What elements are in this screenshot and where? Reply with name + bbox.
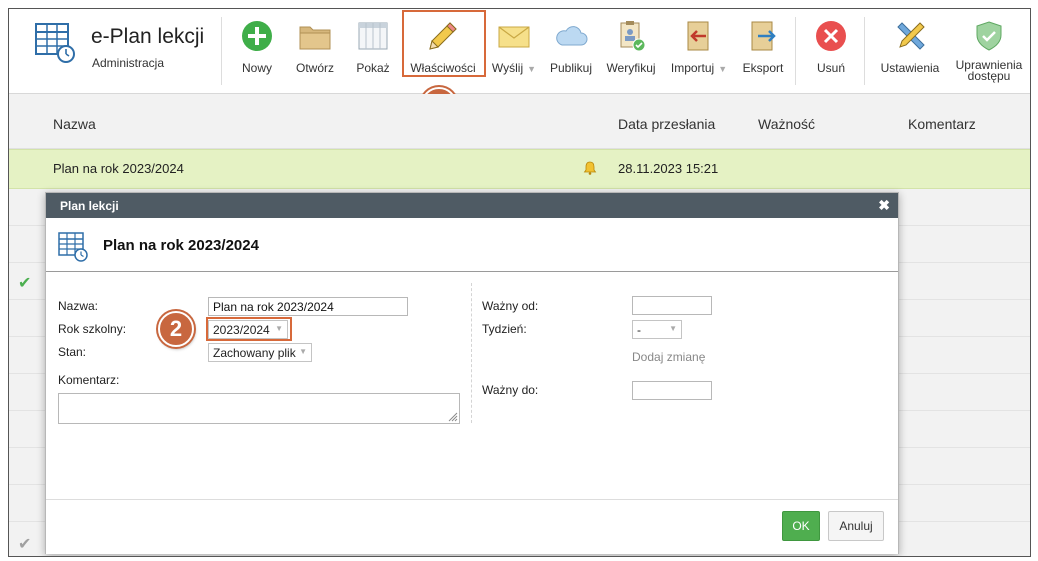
name-label: Nazwa:	[58, 299, 99, 313]
brand: e-Plan lekcji Administracja	[35, 21, 225, 81]
column-header-validity[interactable]: Ważność	[758, 116, 815, 132]
ok-button[interactable]: OK	[782, 511, 820, 541]
send-label-text: Wyślij	[491, 61, 524, 75]
export-arrow-icon	[751, 21, 776, 51]
dialog-header: Plan na rok 2023/2024	[46, 218, 898, 272]
state-select[interactable]: Zachowany plik ▼	[208, 343, 312, 362]
open-button[interactable]: Otwórz	[289, 15, 341, 81]
app-title: e-Plan lekcji	[91, 25, 205, 48]
show-button[interactable]: Pokaż	[347, 15, 399, 81]
list-header: Nazwa Data przesłania Ważność Komentarz	[9, 94, 1030, 149]
settings-button-label: Ustawienia	[880, 61, 940, 75]
delete-button[interactable]: Usuń	[806, 15, 856, 81]
toolbar-separator	[864, 17, 865, 85]
name-input[interactable]	[208, 297, 408, 316]
comment-label: Komentarz:	[58, 373, 120, 387]
envelope-icon	[498, 26, 530, 48]
shield-check-icon	[976, 21, 1002, 51]
check-mark-icon: ✔	[18, 536, 32, 553]
step-marker-2: 2	[158, 311, 194, 347]
properties-highlight-frame	[402, 10, 486, 77]
valid-to-label: Ważny do:	[482, 383, 539, 397]
plus-circle-icon	[242, 21, 272, 51]
check-mark-icon: ✔	[18, 275, 32, 292]
toolbar: e-Plan lekcji Administracja Nowy Otwórz	[9, 9, 1030, 94]
dialog-titlebar[interactable]: Plan lekcji ✖	[46, 193, 898, 218]
valid-to-input[interactable]	[632, 381, 712, 400]
send-button-label: Wyślij ▼	[487, 62, 541, 75]
column-header-name[interactable]: Nazwa	[53, 116, 96, 132]
chevron-down-icon: ▼	[669, 324, 677, 333]
publish-button[interactable]: Publikuj	[545, 15, 597, 81]
school-year-highlight-frame	[206, 317, 292, 341]
bell-icon	[583, 161, 597, 175]
school-year-label: Rok szkolny:	[58, 322, 127, 336]
app-window: e-Plan lekcji Administracja Nowy Otwórz	[8, 8, 1031, 557]
cloud-icon	[556, 26, 588, 46]
valid-from-input[interactable]	[632, 296, 712, 315]
timetable-calendar-icon	[58, 232, 88, 262]
import-button-label: Importuj ▼	[665, 62, 733, 75]
export-button-label: Eksport	[742, 61, 784, 75]
show-button-label: Pokaż	[356, 61, 390, 75]
verify-button[interactable]: Weryfikuj	[603, 15, 659, 81]
timetable-calendar-icon	[35, 23, 75, 63]
cancel-button[interactable]: Anuluj	[828, 511, 884, 541]
delete-x-circle-icon	[816, 21, 846, 51]
verify-button-label: Weryfikuj	[606, 61, 656, 75]
publish-button-label: Publikuj	[549, 61, 593, 75]
dropdown-caret-icon: ▼	[718, 64, 728, 74]
dialog-footer: OK Anuluj	[46, 499, 898, 554]
new-button[interactable]: Nowy	[231, 15, 283, 81]
permissions-button[interactable]: Uprawnienia dostępu	[951, 15, 1027, 83]
send-button[interactable]: Wyślij ▼	[487, 15, 541, 81]
add-change-link[interactable]: Dodaj zmianę	[632, 350, 705, 364]
column-divider	[471, 283, 472, 423]
delete-button-label: Usuń	[816, 61, 845, 75]
valid-from-label: Ważny od:	[482, 299, 539, 313]
toolbar-separator	[221, 17, 222, 85]
dialog-heading: Plan na rok 2023/2024	[103, 237, 259, 254]
row-sent-date: 28.11.2023 15:21	[618, 161, 719, 176]
new-button-label: Nowy	[241, 61, 272, 75]
permissions-button-label: Uprawnienia dostępu	[955, 58, 1023, 83]
pencil-ruler-icon	[897, 22, 925, 50]
row-name: Plan na rok 2023/2024	[53, 161, 184, 176]
resize-grip-icon[interactable]	[448, 412, 458, 422]
table-row[interactable]: Plan na rok 2023/2024 28.11.2023 15:21	[9, 149, 1030, 189]
state-value: Zachowany plik	[213, 346, 296, 360]
dialog-title: Plan lekcji	[60, 199, 119, 213]
column-header-comment[interactable]: Komentarz	[908, 116, 976, 132]
state-label: Stan:	[58, 345, 87, 359]
open-button-label: Otwórz	[295, 61, 334, 75]
properties-dialog: Plan lekcji ✖ Plan na rok 2023/2024 Nazw…	[45, 192, 899, 554]
week-select[interactable]: - ▼	[632, 320, 682, 339]
dropdown-caret-icon: ▼	[527, 64, 537, 74]
chevron-down-icon: ▼	[299, 347, 307, 356]
import-label-text: Importuj	[670, 61, 715, 75]
app-subtitle: Administracja	[92, 56, 165, 70]
toolbar-separator	[795, 17, 796, 85]
import-button[interactable]: Importuj ▼	[665, 15, 733, 81]
export-button[interactable]: Eksport	[737, 15, 789, 81]
column-header-sent-date[interactable]: Data przesłania	[618, 116, 715, 132]
close-icon[interactable]: ✖	[878, 197, 890, 214]
comment-textarea[interactable]	[58, 393, 460, 424]
import-arrow-icon	[687, 21, 709, 51]
settings-button[interactable]: Ustawienia	[876, 15, 944, 81]
clipboard-check-icon	[620, 21, 646, 52]
folder-icon	[299, 26, 331, 50]
week-value: -	[637, 323, 641, 337]
week-label: Tydzień:	[482, 322, 527, 336]
table-grid-icon	[358, 22, 388, 50]
